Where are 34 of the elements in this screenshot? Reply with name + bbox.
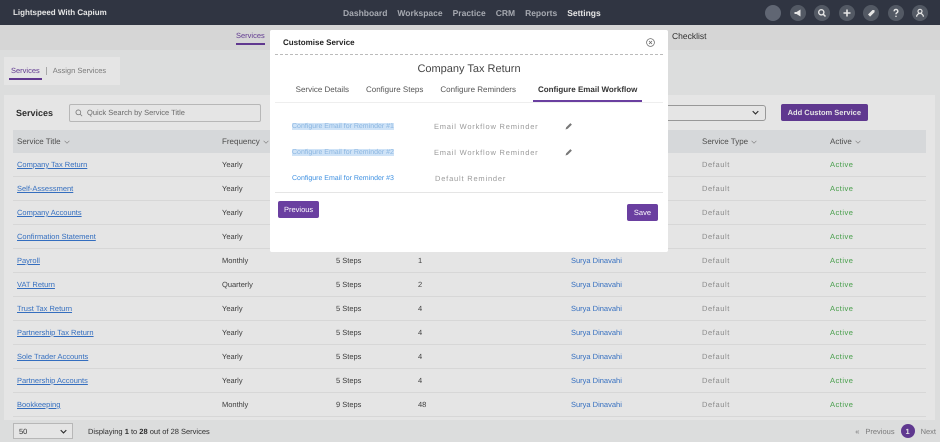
sort-icon [751,140,758,144]
column-header[interactable]: Frequency [218,137,332,146]
nav-link[interactable]: Workspace [397,8,443,18]
chevron-icon [60,428,67,434]
user-icon[interactable] [912,4,928,20]
column-header[interactable]: Active [826,137,926,146]
dialog-tab[interactable]: Configure Steps [366,82,424,102]
column-header[interactable]: Service Type [698,137,826,146]
dialog-title: Customise Service [283,38,355,46]
nav-link[interactable]: Settings [567,8,601,18]
search-icon [75,108,83,116]
dialog-tab[interactable]: Configure Reminders [440,82,516,102]
nav-link[interactable]: Practice [452,8,486,18]
sort-icon [854,140,861,144]
nav-link[interactable]: CRM [496,8,516,18]
panel-title: Services [15,108,54,118]
pencil-icon[interactable] [564,148,573,156]
help-icon[interactable] [888,4,904,20]
sort-icon [262,140,269,144]
megaphone-icon[interactable] [790,4,806,20]
settings-tab[interactable]: Checklist [672,31,706,46]
service-name: Company Tax Return [416,63,522,75]
dialog-tab[interactable]: Configure Email Workflow [532,82,642,102]
chevron-icon [752,110,759,115]
close-icon[interactable] [646,38,655,46]
nav-link[interactable]: Reports [525,8,558,18]
brand-name[interactable]: Lightspeed With Capium [13,8,343,17]
dialog-tab[interactable]: Service Details [296,82,349,102]
nav-link[interactable]: Dashboard [343,8,388,18]
tag-icon[interactable] [863,4,879,20]
sort-icon [64,140,70,144]
search-icon[interactable] [814,4,830,20]
column-header[interactable]: Service Title [13,137,218,146]
plus-icon[interactable] [838,4,854,20]
